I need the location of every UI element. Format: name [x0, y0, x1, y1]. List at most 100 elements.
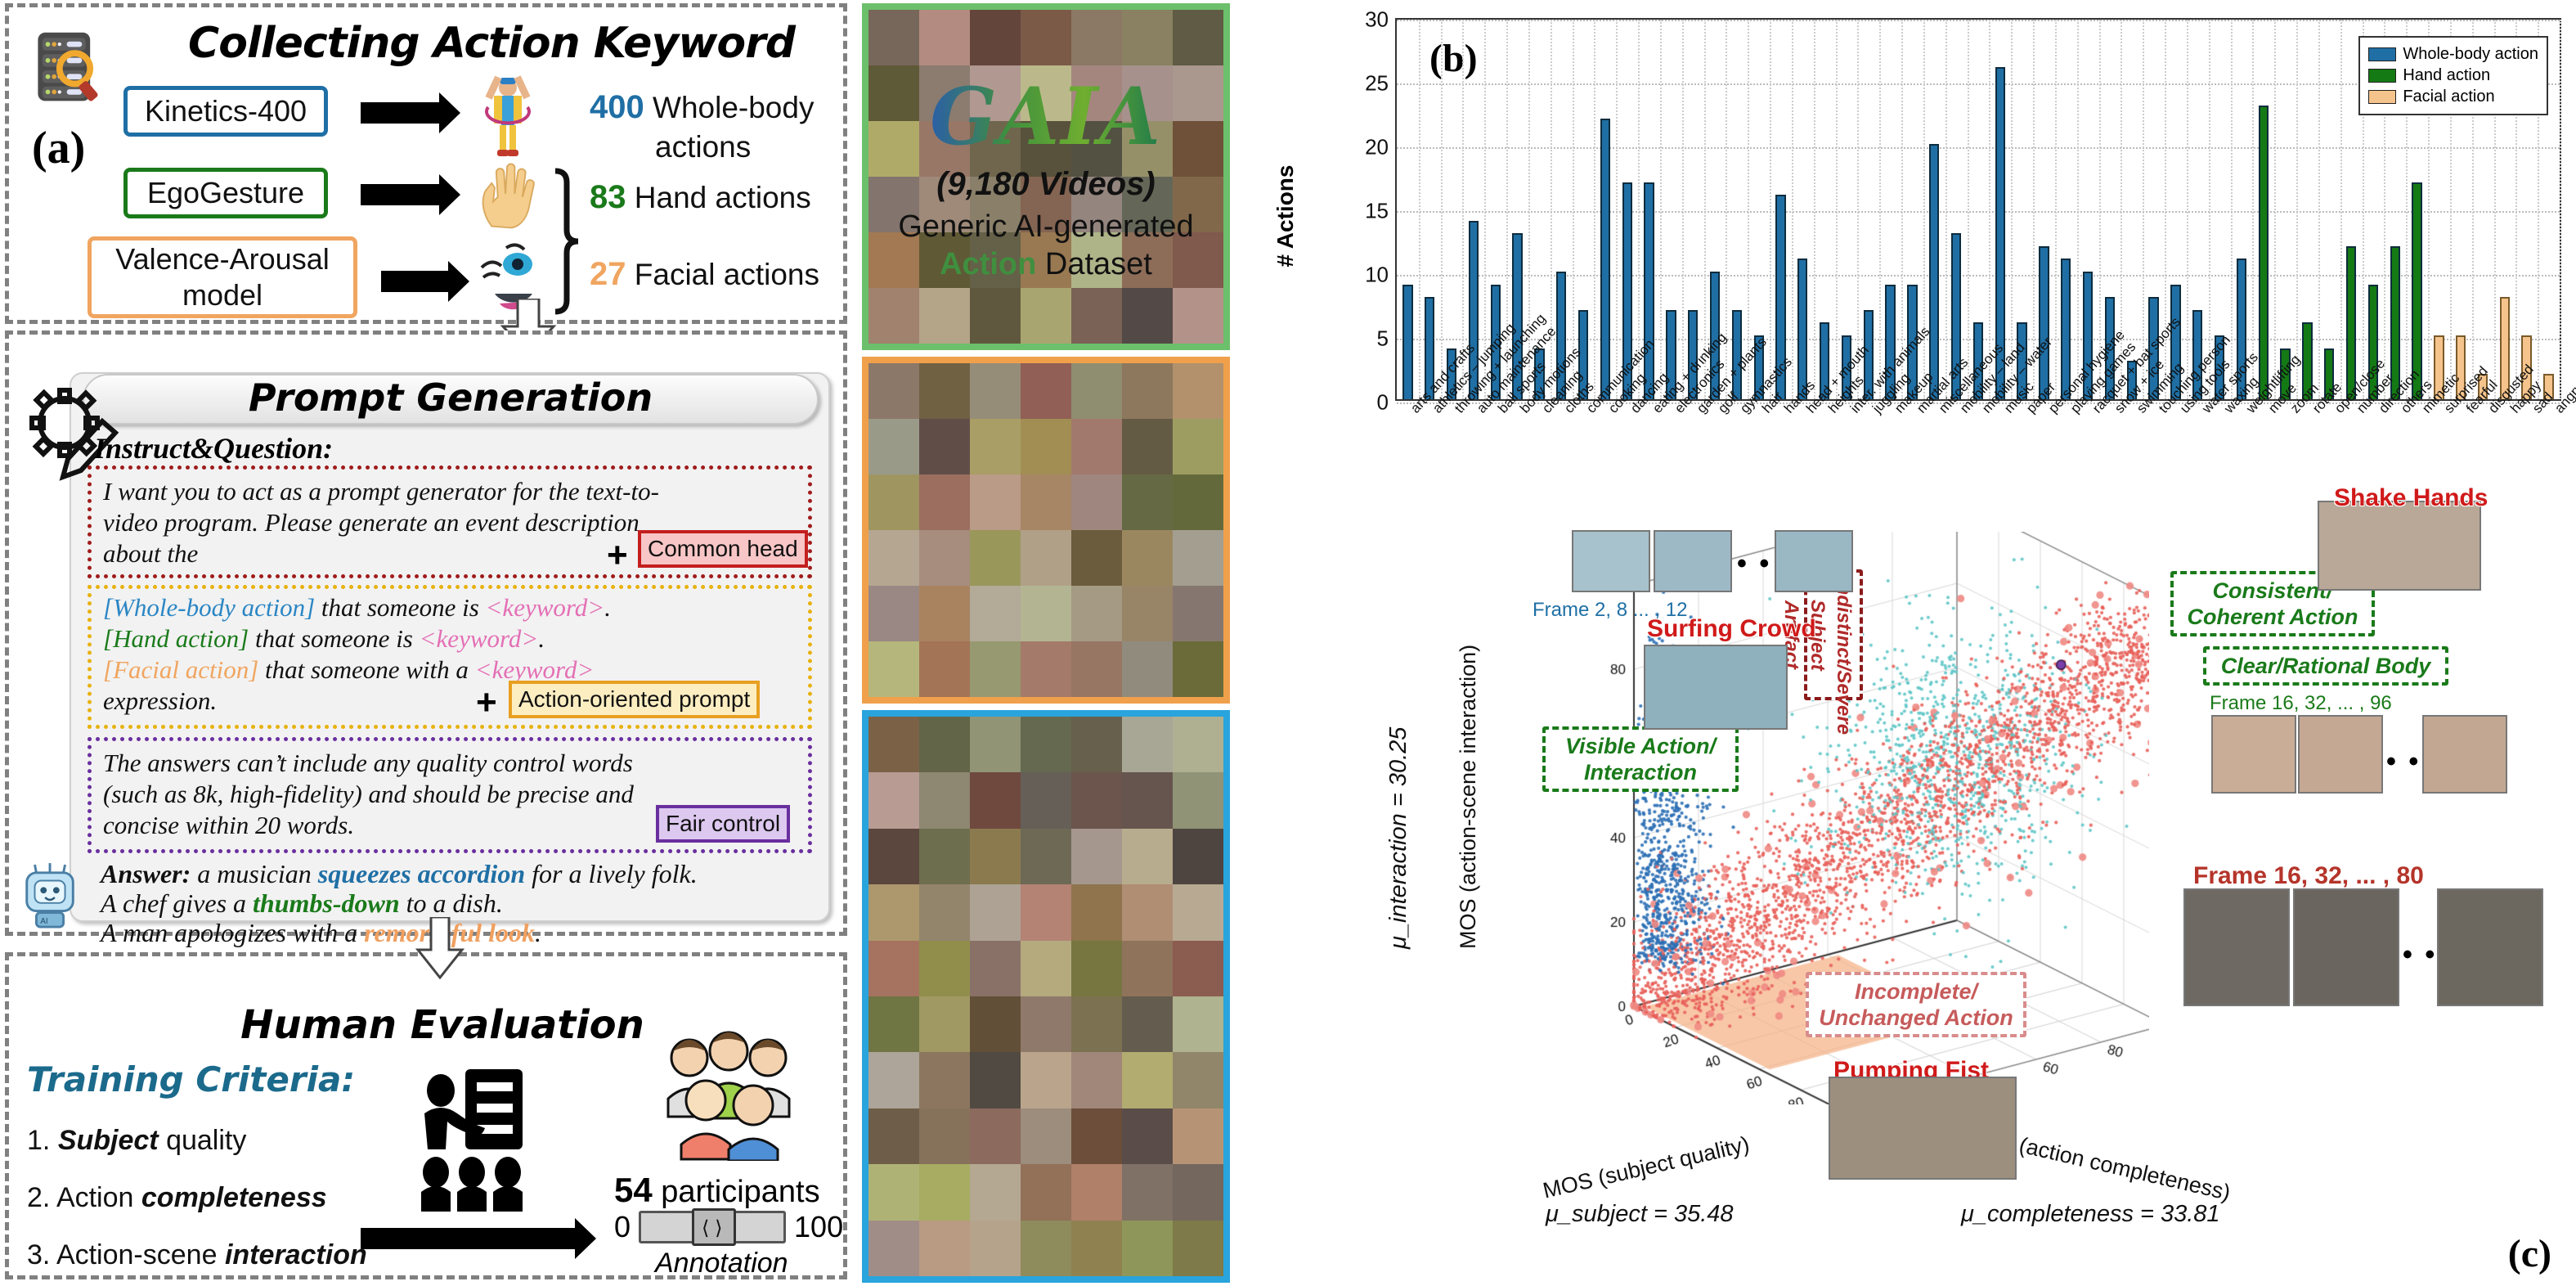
answer-line-2: A chef gives a thumbs-down to a dish. [101, 888, 503, 919]
count-text: Hand actions [634, 181, 811, 214]
gaia-mosaic-green: GAIA (9,180 Videos) Generic AI-generated… [862, 3, 1230, 350]
slider-max-label: 100 [794, 1210, 844, 1243]
prompt-line-wholebody: [Whole-body action] that someone is <key… [103, 592, 611, 623]
arrow-kinetics [361, 92, 460, 133]
text-end: . [604, 593, 611, 622]
mosaic-cell [970, 419, 1021, 474]
mosaic-cell [1021, 641, 1071, 697]
mosaic-cell [1071, 1052, 1122, 1108]
mosaic-cell [868, 828, 919, 885]
mosaic-cell [1122, 996, 1173, 1053]
thumbnail-surf-1 [1572, 530, 1650, 592]
mosaic-cell [1071, 884, 1122, 941]
thumbnail-fist-3 [2437, 888, 2543, 1006]
mosaic-cell [868, 586, 919, 641]
thumbnail-fist-1 [2183, 888, 2290, 1006]
bar [2258, 106, 2269, 399]
legend-swatch [2368, 90, 2397, 104]
bar-slot [1660, 20, 1682, 399]
criterion-pre: Action [56, 1182, 141, 1213]
prompt-line-hand: [Hand action] that someone is <keyword>. [103, 623, 545, 654]
callout-incomplete-unchanged: Incomplete/ Unchanged Action [1806, 972, 2026, 1037]
criterion-rest: quality [158, 1125, 247, 1156]
tag-wholebody: [Whole-body action] [103, 593, 316, 622]
mosaic-cell [1122, 884, 1173, 941]
callout-text: Visible Action/ Interaction [1564, 734, 1717, 785]
thumbnail-surf-2 [1654, 530, 1732, 592]
mosaic-cell [1122, 641, 1173, 697]
panel-a-label: (a) [32, 123, 86, 173]
mosaic-cell [868, 363, 919, 419]
mosaic-cell [919, 1108, 970, 1165]
mosaic-cell [868, 1164, 919, 1221]
mosaic-cell [1173, 1220, 1223, 1276]
prompt-block-common-head: I want you to act as a prompt generator … [88, 465, 812, 578]
criterion-keyword: Subject [57, 1125, 159, 1156]
mosaic-cell [1071, 363, 1122, 419]
bar-slot [2055, 20, 2077, 399]
count-text: Whole-body [653, 91, 815, 124]
participants-group-icon [666, 1031, 791, 1161]
bar [1644, 182, 1654, 399]
bar-slot [2274, 20, 2296, 399]
bar-slot [1594, 20, 1616, 399]
arrow-to-annotation [361, 1218, 596, 1259]
gaia-wordmark: GAIA [930, 70, 1162, 163]
legend-entry: Whole-body action [2368, 45, 2538, 64]
mosaic-cell [868, 717, 919, 773]
thumbnail-surfing-crowd [1644, 645, 1788, 730]
criterion-keyword: interaction [224, 1239, 367, 1270]
text-mid: that someone is [249, 624, 420, 653]
keyword-token: <keyword> [419, 624, 539, 653]
participants-count: 54 participants [614, 1171, 820, 1210]
answer-highlight-hand: thumbs-down [253, 888, 400, 918]
mosaic-cell [1173, 586, 1223, 641]
bar-slot [1968, 20, 1990, 399]
bar-slot [1441, 20, 1463, 399]
answer-label: Answer: [101, 859, 191, 888]
bar-slot [2296, 20, 2318, 399]
keyword-token: <keyword> [474, 655, 595, 684]
bar-slot [2077, 20, 2099, 399]
mosaic-cell [1021, 419, 1071, 474]
legend-label: Whole-body action [2403, 45, 2538, 63]
database-search-icon [25, 25, 115, 115]
scatter3d-mu-interaction: μ_interaction = 30.25 [1385, 726, 1411, 949]
answer-text: . [534, 918, 541, 947]
mosaic-cell [1071, 1220, 1122, 1276]
tag-hand: [Hand action] [103, 624, 249, 653]
bar [2039, 245, 2049, 399]
count-wholebody-line2: actions [655, 130, 752, 164]
tag-action-oriented-prompt: Action-oriented prompt [509, 681, 761, 718]
middle-column-mosaics: GAIA (9,180 Videos) Generic AI-generated… [857, 0, 1241, 1286]
mosaic-cell [1071, 996, 1122, 1053]
answer-text: a musician [191, 859, 318, 888]
mosaic-cell [919, 474, 970, 530]
tag-common-head: Common head [638, 530, 808, 568]
mosaic-cell [1122, 586, 1173, 641]
bar-slot [1616, 20, 1638, 399]
gaia-subtitle: Generic AI-generated Action Dataset [898, 208, 1193, 283]
plus-sign-common: + [607, 535, 628, 575]
mosaic-cell [970, 717, 1021, 773]
mosaic-cell [1071, 530, 1122, 586]
bar-slot [2187, 20, 2209, 399]
mosaic-cell [1021, 1220, 1071, 1276]
mosaic-cell [1071, 586, 1122, 641]
mosaic-cell [970, 884, 1021, 941]
mosaic-cell [919, 772, 970, 829]
legend-swatch [2368, 69, 2397, 83]
mosaic-cell [1122, 363, 1173, 419]
mosaic-cell [919, 419, 970, 474]
y-axis-tick: 15 [1365, 198, 1389, 223]
bar-slot [1726, 20, 1748, 399]
prompt-block-action-oriented: [Whole-body action] that someone is <key… [88, 585, 812, 729]
mosaic-cell [1021, 884, 1071, 941]
mosaic-cell [919, 996, 970, 1053]
source-box-valence-arousal: Valence-Arousal model [88, 236, 357, 318]
annotation-slider-track[interactable]: ⟨ ⟩ [639, 1208, 787, 1246]
mosaic-cell [1021, 772, 1071, 829]
vertical-gridline [2560, 20, 2561, 399]
mosaic-cell [919, 1164, 970, 1221]
frame-label-hands: Frame 16, 32, ... , 96 [2210, 692, 2392, 714]
